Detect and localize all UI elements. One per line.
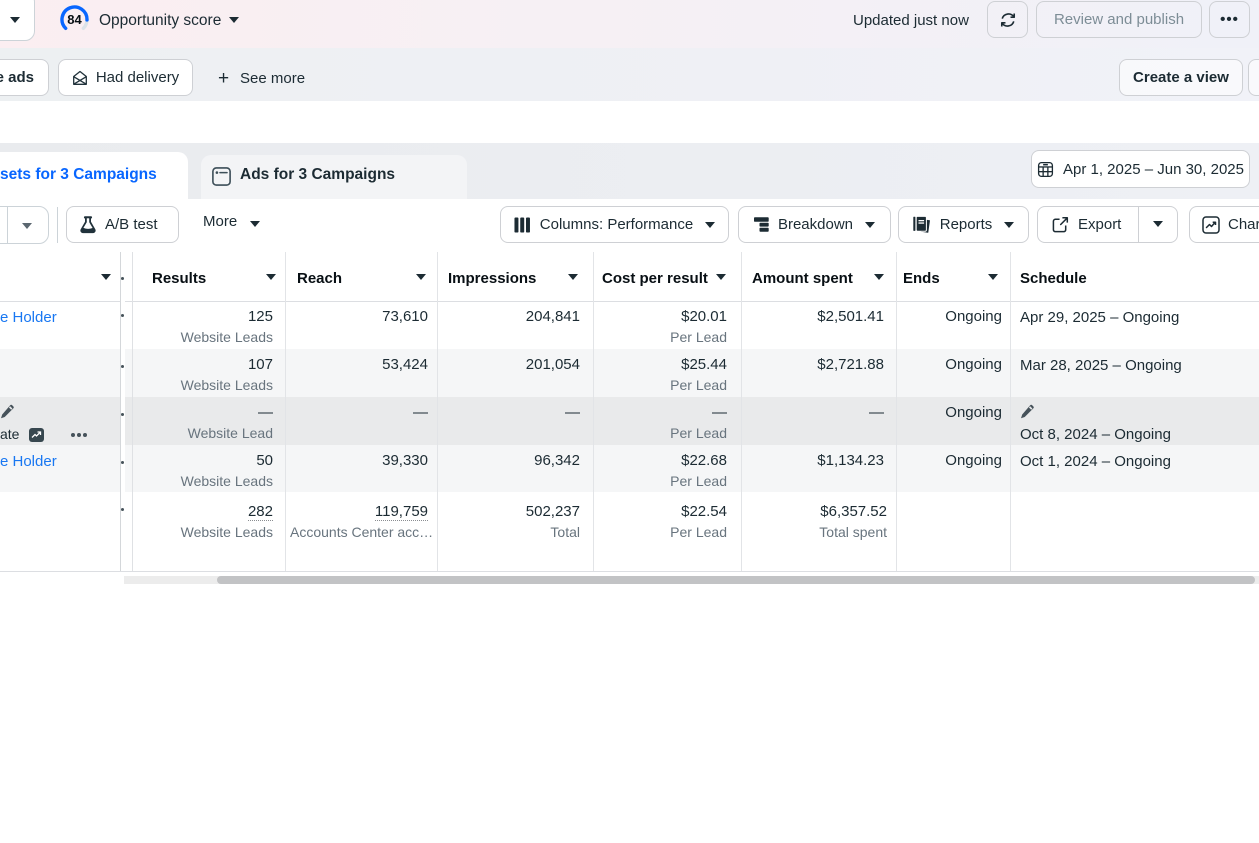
svg-text:84: 84 bbox=[67, 12, 82, 27]
